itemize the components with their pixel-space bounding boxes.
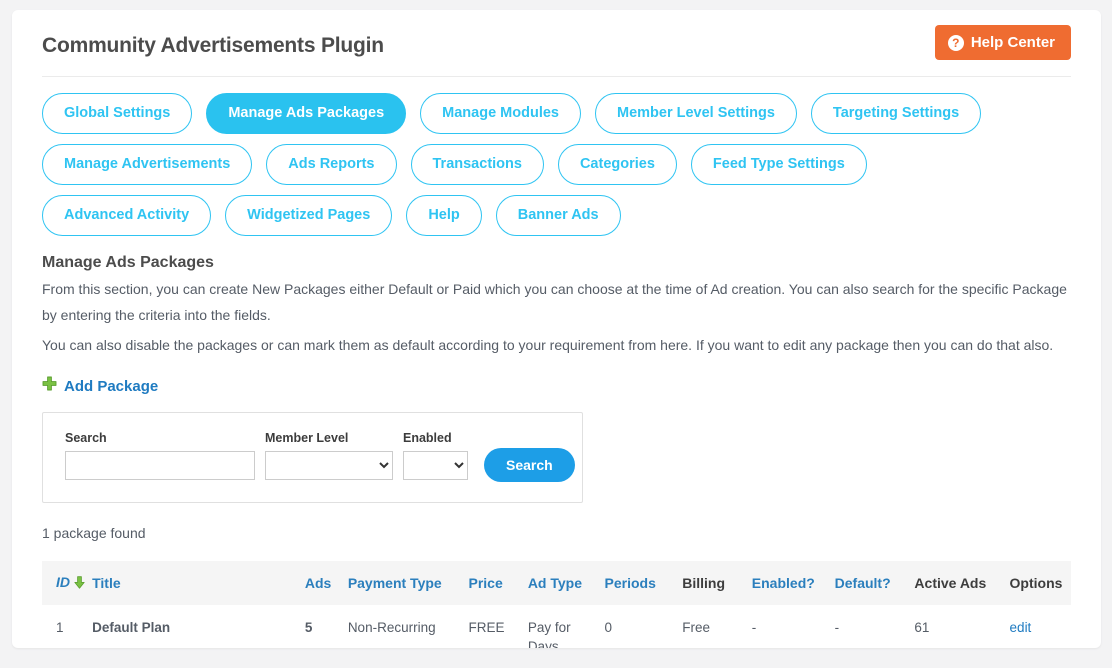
tab-feed-type-settings[interactable]: Feed Type Settings	[690, 144, 867, 185]
column-header-label: Default?	[834, 575, 891, 591]
tab-member-level-settings[interactable]: Member Level Settings	[594, 93, 797, 134]
column-header-label: Enabled?	[751, 575, 815, 591]
tab-ads-reports[interactable]: Ads Reports	[266, 144, 397, 185]
section-description-2: You can also disable the packages or can…	[42, 337, 1054, 353]
cell-billing: Free	[682, 605, 752, 648]
page-title: Community Advertisements Plugin	[42, 34, 384, 57]
column-header-label: ID	[56, 574, 70, 590]
column-header-price[interactable]: Price	[468, 561, 528, 605]
column-header-label: Ad Type	[527, 575, 583, 591]
column-header-label: Title	[92, 575, 121, 591]
tab-manage-modules[interactable]: Manage Modules	[420, 93, 581, 134]
cell-payment-type: Non-Recurring	[347, 605, 469, 648]
cell-id: 1	[42, 605, 93, 648]
search-field-group: Search	[65, 431, 255, 480]
member-level-select[interactable]	[265, 451, 393, 480]
column-header-label: Options	[1009, 575, 1063, 591]
column-header-ad-type[interactable]: Ad Type	[527, 561, 605, 605]
member-level-label: Member Level	[265, 431, 349, 445]
tab-transactions[interactable]: Transactions	[410, 144, 544, 185]
column-header-periods[interactable]: Periods	[604, 561, 683, 605]
sort-descending-arrow-icon[interactable]	[74, 576, 85, 592]
enabled-field-group: Enabled	[403, 431, 468, 480]
tab-advanced-activity[interactable]: Advanced Activity	[42, 195, 212, 236]
column-header-enabled-[interactable]: Enabled?	[751, 561, 835, 605]
add-package-label: Add Package	[64, 377, 159, 395]
tab-bar: Global Settings Manage Ads Packages Manage…	[42, 77, 1042, 236]
cell-title: Default Plan	[92, 605, 305, 648]
table-row: 1 Default Plan 5 Non-Recurring FREE Pay for D…	[42, 605, 1071, 648]
search-submit-button[interactable]: Search	[484, 448, 575, 482]
column-header-id[interactable]: ID	[42, 561, 93, 605]
add-package-link[interactable]: Add Package	[42, 376, 158, 396]
search-input[interactable]	[65, 451, 255, 480]
question-mark-icon: ?	[947, 34, 964, 51]
cell-ad-type: Pay for Days	[527, 605, 605, 648]
section-title: Manage Ads Packages	[42, 254, 214, 271]
column-header-title[interactable]: Title	[92, 561, 305, 605]
help-center-button[interactable]: ? Help Center	[934, 25, 1071, 60]
column-header-label: Payment Type	[347, 575, 442, 591]
section-description-1: From this section, you can create New Pa…	[42, 281, 1067, 323]
page-header: Community Advertisements Plugin ? Help C…	[42, 10, 1071, 77]
tab-manage-ads-packages[interactable]: Manage Ads Packages	[206, 93, 407, 134]
tab-global-settings[interactable]: Global Settings	[42, 93, 193, 134]
plus-icon	[42, 376, 57, 396]
result-count: 1 package found	[42, 525, 146, 541]
tab-widgetized-pages[interactable]: Widgetized Pages	[225, 195, 393, 236]
enabled-select[interactable]	[403, 451, 468, 480]
tab-categories[interactable]: Categories	[557, 144, 677, 185]
cell-price: FREE	[468, 605, 528, 648]
column-header-label: Ads	[304, 575, 332, 591]
search-panel: Search Member Level Enabled Search	[42, 412, 583, 503]
cell-ads: 5	[304, 605, 348, 648]
packages-table-body: 1 Default Plan 5 Non-Recurring FREE Pay for D…	[42, 605, 1071, 648]
table-header-row: ID Title Ads Payment Type Price Ad Type Period…	[42, 561, 1071, 605]
column-header-label: Billing	[682, 575, 726, 591]
cell-options: edit	[1009, 605, 1071, 648]
tab-help[interactable]: Help	[406, 195, 482, 236]
page-card: Community Advertisements Plugin ? Help C…	[12, 10, 1101, 648]
tab-targeting-settings[interactable]: Targeting Settings	[810, 93, 982, 134]
member-level-field-group: Member Level	[265, 431, 393, 480]
cell-periods: 0	[604, 605, 683, 648]
column-header-active-ads: Active Ads	[914, 561, 1010, 605]
column-header-label: Price	[468, 575, 503, 591]
cell-default: -	[834, 605, 915, 648]
column-header-label: Periods	[604, 575, 656, 591]
enabled-label: Enabled	[403, 431, 452, 445]
column-header-default-[interactable]: Default?	[834, 561, 915, 605]
tab-banner-ads[interactable]: Banner Ads	[495, 195, 621, 236]
column-header-billing: Billing	[682, 561, 752, 605]
column-header-label: Active Ads	[914, 575, 987, 591]
column-header-options: Options	[1009, 561, 1071, 605]
search-label: Search	[65, 431, 107, 445]
packages-table: ID Title Ads Payment Type Price Ad Type Period…	[42, 561, 1071, 648]
tab-manage-advertisements[interactable]: Manage Advertisements	[42, 144, 253, 185]
cell-enabled: -	[751, 605, 835, 648]
edit-link[interactable]: edit	[1010, 620, 1032, 635]
column-header-ads[interactable]: Ads	[304, 561, 348, 605]
packages-table-head: ID Title Ads Payment Type Price Ad Type Period…	[42, 561, 1071, 605]
column-header-payment-type[interactable]: Payment Type	[347, 561, 469, 605]
cell-active-ads: 61	[914, 605, 1010, 648]
help-center-label: Help Center	[970, 34, 1055, 51]
